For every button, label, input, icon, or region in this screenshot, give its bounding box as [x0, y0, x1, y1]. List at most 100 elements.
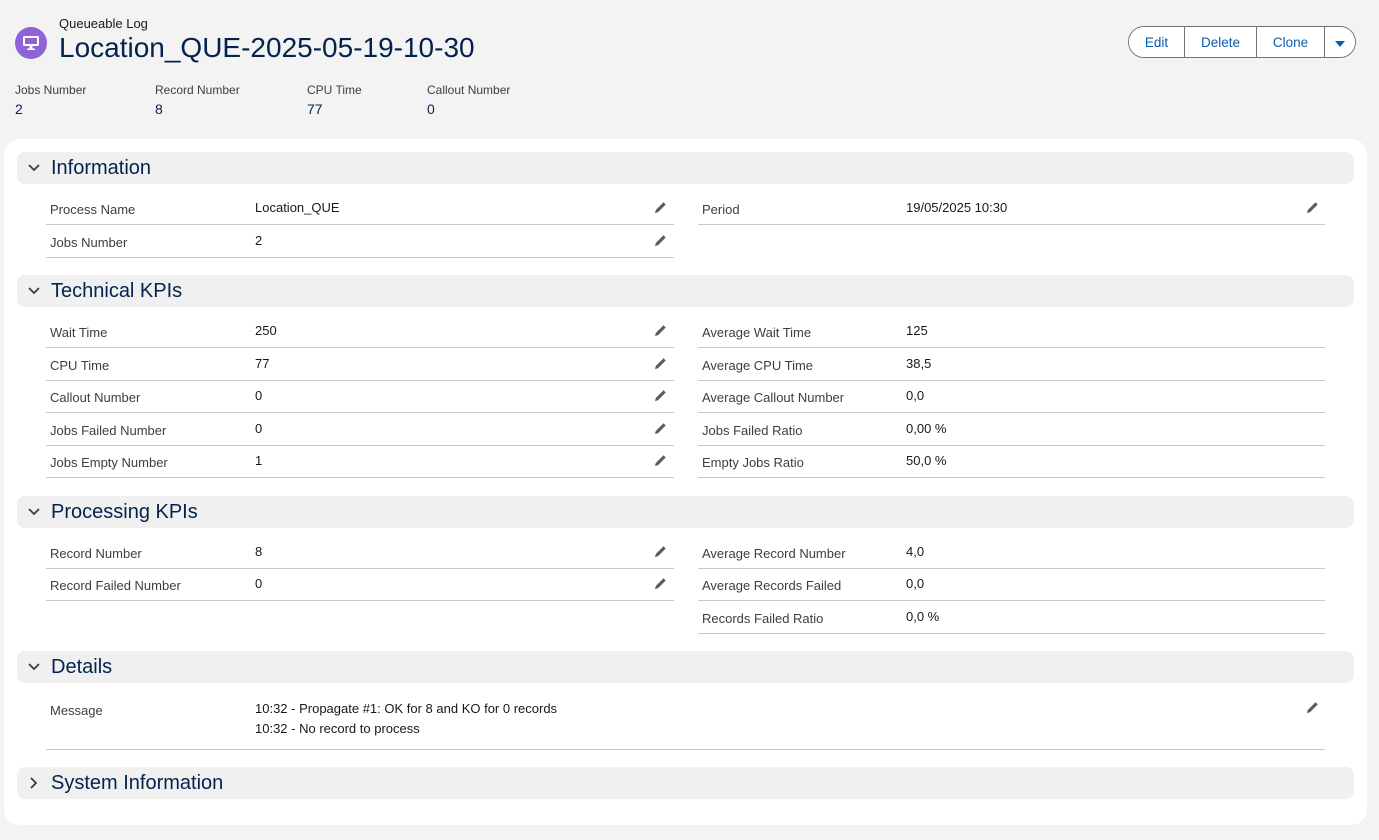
chevron-down-icon: [17, 663, 51, 671]
highlight-label: Callout Number: [427, 83, 511, 97]
pencil-icon[interactable]: [652, 420, 668, 436]
section-title: System Information: [51, 771, 224, 794]
pencil-icon[interactable]: [652, 543, 668, 559]
field-label: Record Failed Number: [50, 578, 181, 593]
field-value: 250: [255, 323, 277, 338]
more-actions-button[interactable]: [1325, 27, 1355, 57]
section-processing-kpis-header[interactable]: Processing KPIs: [17, 496, 1354, 528]
highlight-callout-number: Callout Number 0: [427, 83, 510, 117]
chevron-down-icon: [17, 287, 51, 295]
field-average-cpu-time: Average CPU Time 38,5: [698, 348, 1325, 381]
field-value: 2: [255, 233, 263, 248]
field-value: 4,0: [906, 544, 925, 559]
pencil-icon[interactable]: [652, 322, 668, 338]
field-records-failed-ratio: Records Failed Ratio 0,0 %: [698, 601, 1325, 634]
record-header: Queueable Log Location_QUE-2025-05-19-10…: [0, 0, 1379, 140]
field-message: Message 10:32 - Propagate #1: OK for 8 a…: [46, 694, 1325, 750]
field-value: 19/05/2025 10:30: [906, 200, 1008, 215]
field-label: Average Wait Time: [702, 325, 812, 340]
field-label: Process Name: [50, 202, 136, 217]
highlight-value: 77: [307, 101, 323, 117]
field-value: 0,00 %: [906, 421, 947, 436]
section-title: Information: [51, 156, 152, 179]
field-label: Average CPU Time: [702, 358, 814, 373]
field-value: 77: [255, 356, 270, 371]
pencil-icon[interactable]: [1304, 199, 1320, 215]
chevron-down-icon: [17, 508, 51, 516]
message-line: 10:32 - No record to process: [255, 721, 420, 736]
message-line: 10:32 - Propagate #1: OK for 8 and KO fo…: [255, 701, 558, 716]
field-jobs-number: Jobs Number 2: [46, 225, 674, 258]
delete-button[interactable]: Delete: [1185, 27, 1257, 57]
section-technical-kpis-header[interactable]: Technical KPIs: [17, 275, 1354, 307]
field-average-callout-number: Average Callout Number 0,0: [698, 380, 1325, 413]
field-empty-jobs-ratio: Empty Jobs Ratio 50,0 %: [698, 445, 1325, 478]
field-label: CPU Time: [50, 358, 110, 373]
clone-button[interactable]: Clone: [1257, 27, 1325, 57]
field-callout-number: Callout Number 0: [46, 380, 674, 413]
field-label: Average Records Failed: [702, 578, 842, 593]
field-label: Wait Time: [50, 325, 108, 340]
action-button-group: Edit Delete Clone: [1128, 26, 1356, 58]
field-label: Jobs Failed Number: [50, 423, 167, 438]
page-title: Location_QUE-2025-05-19-10-30: [59, 32, 475, 63]
field-label: Jobs Number: [50, 235, 128, 250]
field-label: Average Record Number: [702, 546, 846, 561]
field-value: 0,0: [906, 576, 925, 591]
field-value: 38,5: [906, 356, 932, 371]
highlight-value: 0: [427, 101, 435, 117]
pencil-icon[interactable]: [652, 575, 668, 591]
field-cpu-time: CPU Time 77: [46, 348, 674, 381]
field-label: Jobs Failed Ratio: [702, 423, 803, 438]
monitor-icon: [15, 27, 47, 59]
pencil-icon[interactable]: [652, 387, 668, 403]
section-title: Processing KPIs: [51, 500, 198, 523]
field-value: 0: [255, 388, 263, 403]
highlight-jobs-number: Jobs Number 2: [15, 83, 86, 117]
pencil-icon[interactable]: [652, 355, 668, 371]
field-value: 125: [906, 323, 928, 338]
object-type-label: Queueable Log: [59, 16, 148, 31]
pencil-icon[interactable]: [652, 232, 668, 248]
field-average-wait-time: Average Wait Time 125: [698, 315, 1325, 348]
highlight-cpu-time: CPU Time 77: [307, 83, 362, 117]
chevron-down-icon: [17, 164, 51, 172]
field-jobs-failed-ratio: Jobs Failed Ratio 0,00 %: [698, 413, 1325, 446]
field-value: 50,0 %: [906, 453, 947, 468]
section-information-header[interactable]: Information: [17, 152, 1354, 184]
section-title: Details: [51, 655, 113, 678]
field-wait-time: Wait Time 250: [46, 315, 674, 348]
field-value: 8: [255, 544, 263, 559]
pencil-icon[interactable]: [652, 199, 668, 215]
highlight-label: Record Number: [155, 83, 240, 97]
field-label: Message: [50, 703, 103, 718]
field-label: Records Failed Ratio: [702, 611, 824, 626]
section-details-header[interactable]: Details: [17, 651, 1354, 683]
field-average-records-failed: Average Records Failed 0,0: [698, 568, 1325, 601]
field-value: 0: [255, 421, 263, 436]
field-value: 0: [255, 576, 263, 591]
field-label: Empty Jobs Ratio: [702, 455, 804, 470]
field-jobs-failed-number: Jobs Failed Number 0: [46, 413, 674, 446]
field-value: 1: [255, 453, 263, 468]
field-label: Period: [702, 202, 740, 217]
highlight-label: CPU Time: [307, 83, 362, 97]
field-label: Record Number: [50, 546, 142, 561]
section-system-information-header[interactable]: System Information: [17, 767, 1354, 799]
field-label: Jobs Empty Number: [50, 455, 168, 470]
record-detail-card: Information Process Name Location_QUE Jo…: [4, 139, 1367, 825]
field-value: 0,0: [906, 388, 925, 403]
field-average-record-number: Average Record Number 4,0: [698, 536, 1325, 569]
field-jobs-empty-number: Jobs Empty Number 1: [46, 445, 674, 478]
field-label: Average Callout Number: [702, 390, 845, 405]
highlight-record-number: Record Number 8: [155, 83, 240, 117]
field-value: 0,0 %: [906, 609, 940, 624]
pencil-icon[interactable]: [652, 452, 668, 468]
field-label: Callout Number: [50, 390, 141, 405]
chevron-right-icon: [17, 777, 51, 789]
edit-button[interactable]: Edit: [1129, 27, 1185, 57]
highlight-value: 2: [15, 101, 23, 117]
pencil-icon[interactable]: [1304, 699, 1320, 715]
field-record-failed-number: Record Failed Number 0: [46, 568, 674, 601]
field-period: Period 19/05/2025 10:30: [698, 192, 1325, 225]
